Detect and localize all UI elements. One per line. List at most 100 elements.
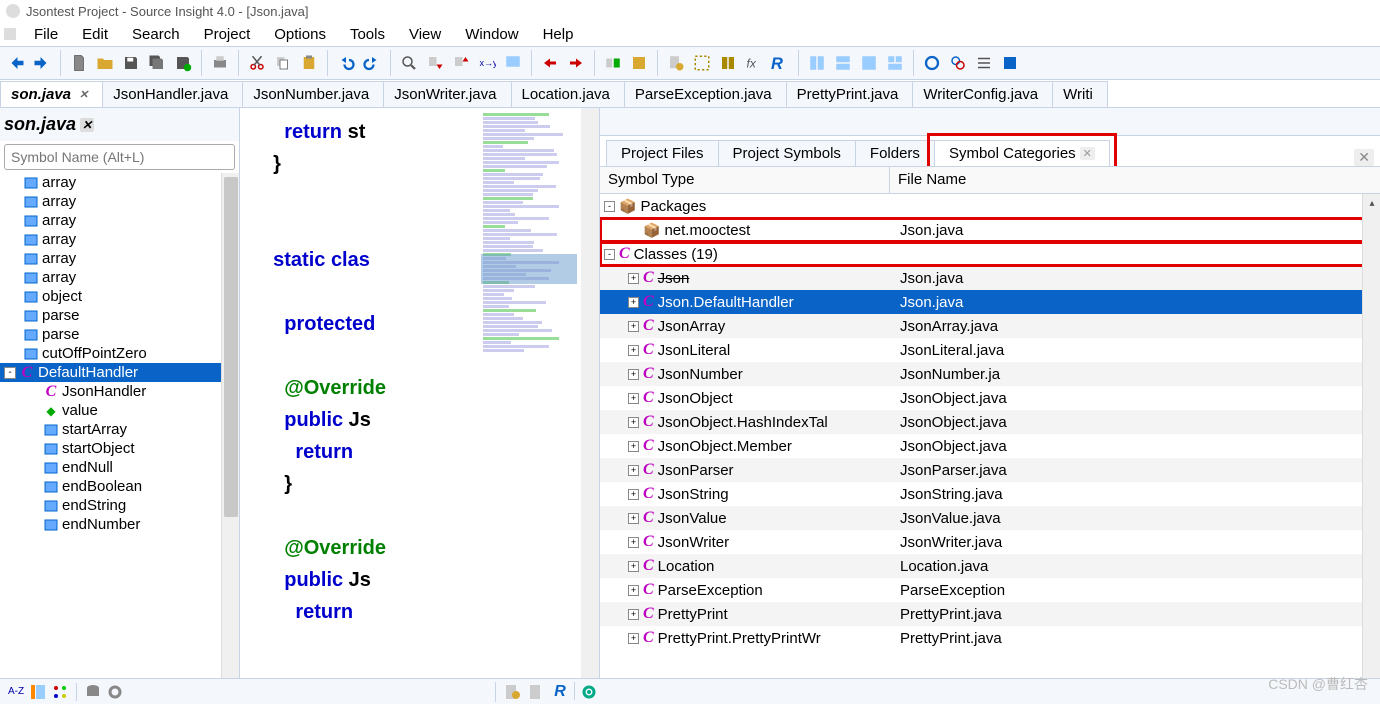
save-all-button[interactable] [145,51,169,75]
book-button[interactable] [627,51,651,75]
close-icon[interactable]: ✕ [80,118,94,132]
symbol-tree-item[interactable]: startObject [0,439,239,458]
symbol-search-input[interactable] [4,144,235,170]
replace-button[interactable]: x→y [475,51,499,75]
symbol-tree-item[interactable]: array [0,249,239,268]
col-file-name[interactable]: File Name [890,167,1380,193]
symbol-scrollbar[interactable] [221,173,239,678]
code-editor[interactable]: return st } static clas protected @Overr… [240,108,600,678]
expander-icon[interactable]: + [628,537,639,548]
save-as-button[interactable] [171,51,195,75]
symbol-row[interactable]: +CPrettyPrint.PrettyPrintWrPrettyPrint.j… [600,626,1380,650]
expander-icon[interactable]: + [628,561,639,572]
symbol-tree-item[interactable]: ◆value [0,401,239,420]
new-file-button[interactable] [67,51,91,75]
symbol-row[interactable]: +CJsonObject.HashIndexTalJsonObject.java [600,410,1380,434]
symbol-tree-item[interactable]: parse [0,325,239,344]
file-tab[interactable]: Writi [1052,81,1108,107]
editor-scrollbar[interactable] [581,108,599,678]
save-button[interactable] [119,51,143,75]
symbol-tree-item[interactable]: cutOffPointZero [0,344,239,363]
symbol-row[interactable]: +CParseExceptionParseException [600,578,1380,602]
symbol-tree-item[interactable]: endNull [0,458,239,477]
symbol-tree-item[interactable]: array [0,211,239,230]
symbol-row[interactable]: +CLocationLocation.java [600,554,1380,578]
panel-close-icon[interactable]: ✕ [1354,149,1374,166]
expander-icon[interactable]: + [628,273,639,284]
symbol-tree-item[interactable]: endBoolean [0,477,239,496]
file-tab[interactable]: Location.java [511,81,625,107]
menu-project[interactable]: Project [194,24,261,45]
go-to-next-button[interactable] [564,51,588,75]
menu-edit[interactable]: Edit [72,24,118,45]
db-button[interactable] [83,682,103,702]
cut-button[interactable] [245,51,269,75]
project-body[interactable]: -📦Packages📦net.mooctestJson.java-CClasse… [600,194,1380,678]
expander-icon[interactable]: + [628,633,639,644]
expander-icon[interactable]: + [628,489,639,500]
expander-icon[interactable]: + [628,297,639,308]
symbol-tree-item[interactable]: array [0,230,239,249]
symbol-row[interactable]: -📦Packages [600,194,1380,218]
undo-button[interactable] [334,51,358,75]
menu-search[interactable]: Search [122,24,190,45]
symbol-tree-item[interactable]: parse [0,306,239,325]
go-to-prev-button[interactable] [538,51,562,75]
file-tab[interactable]: JsonNumber.java [242,81,384,107]
nav-forward-button[interactable] [30,51,54,75]
layout3-button[interactable] [857,51,881,75]
symbol-row[interactable]: +CPrettyPrintPrettyPrint.java [600,602,1380,626]
paste-button[interactable] [297,51,321,75]
open-file-button[interactable] [93,51,117,75]
project-tab[interactable]: Folders [855,140,935,166]
expander-icon[interactable]: + [628,393,639,404]
expander-icon[interactable]: + [628,465,639,476]
menu-tools[interactable]: Tools [340,24,395,45]
expander-icon[interactable]: - [4,367,16,379]
gear-button[interactable] [105,682,125,702]
file-tab[interactable]: PrettyPrint.java [786,81,914,107]
nav-back-button[interactable] [4,51,28,75]
find-next-button[interactable] [449,51,473,75]
ref-button[interactable] [664,51,688,75]
print-button[interactable] [208,51,232,75]
relation2-button[interactable]: R [550,682,570,702]
class-button[interactable] [998,51,1022,75]
doc-button[interactable] [502,682,522,702]
expander-icon[interactable]: + [628,345,639,356]
symbol-tree[interactable]: arrayarrayarrayarrayarrayarrayobjectpars… [0,173,239,678]
scroll-up-icon[interactable]: ▴ [1363,194,1380,212]
symbol-row[interactable]: +CJsonArrayJsonArray.java [600,314,1380,338]
symbol-row[interactable]: +CJsonStringJsonString.java [600,482,1380,506]
expander-icon[interactable]: + [628,609,639,620]
file-tab[interactable]: ParseException.java [624,81,787,107]
symbol-tree-item[interactable]: array [0,173,239,192]
symbol-row[interactable]: +CJsonWriterJsonWriter.java [600,530,1380,554]
expander-icon[interactable]: + [628,585,639,596]
copy-button[interactable] [271,51,295,75]
list-button[interactable] [972,51,996,75]
symbol-tree-item[interactable]: -CDefaultHandler [0,363,239,382]
menu-window[interactable]: Window [455,24,528,45]
symbol-tree-item[interactable]: startArray [0,420,239,439]
minimap[interactable] [481,112,577,672]
menu-options[interactable]: Options [264,24,336,45]
symbol-row[interactable]: 📦net.mooctestJson.java [600,218,1380,242]
layout1-button[interactable] [805,51,829,75]
symbol-row[interactable]: +CJsonJson.java [600,266,1380,290]
symbol-row[interactable]: +CJsonParserJsonParser.java [600,458,1380,482]
symbol-tree-item[interactable]: endNumber [0,515,239,534]
expander-icon[interactable]: - [604,201,615,212]
menu-file[interactable]: File [24,24,68,45]
book2-button[interactable] [716,51,740,75]
file-tab[interactable]: JsonWriter.java [383,81,511,107]
layout4-button[interactable] [883,51,907,75]
symbol-row[interactable]: -CClasses (19) [600,242,1380,266]
snippet-button[interactable] [690,51,714,75]
system-menu-icon[interactable] [4,28,16,40]
symbol-row[interactable]: +CJsonNumberJsonNumber.ja [600,362,1380,386]
menu-view[interactable]: View [399,24,451,45]
find-prev-button[interactable] [423,51,447,75]
tree-view-button[interactable] [28,682,48,702]
symbol-row[interactable]: +CJsonLiteralJsonLiteral.java [600,338,1380,362]
